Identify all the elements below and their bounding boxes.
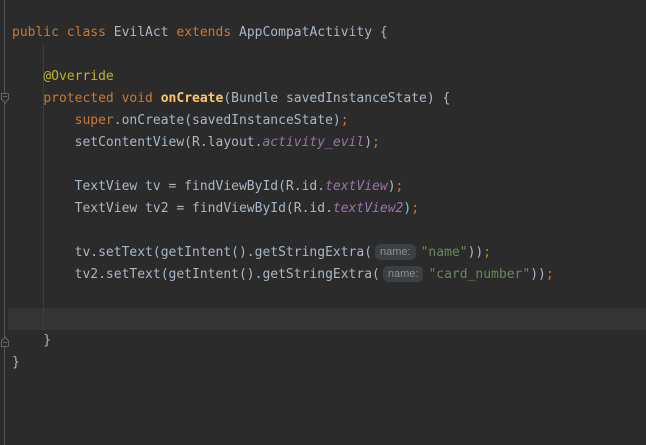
code-token: tv.setText(getIntent().getStringExtra( [12, 245, 372, 260]
code-line[interactable]: TextView tv = findViewById(R.id.textView… [0, 176, 646, 198]
code-token: ; [341, 113, 349, 128]
code-line[interactable]: public class EvilAct extends AppCompatAc… [0, 22, 646, 44]
code-token: "card_number" [428, 267, 530, 282]
code-token: TextView tv = findViewById(R.id. [12, 179, 325, 194]
code-token: ) [364, 135, 372, 150]
code-line[interactable] [0, 308, 646, 330]
code-token: tv2.setText(getIntent().getStringExtra( [12, 267, 380, 282]
code-token: protected void [43, 91, 153, 106]
code-token: super [75, 113, 114, 128]
code-token [153, 91, 161, 106]
code-token: ) [403, 201, 411, 216]
code-token: TextView tv2 = findViewById(R.id. [12, 201, 333, 216]
code-token: } [12, 355, 20, 370]
code-line[interactable]: } [0, 352, 646, 374]
code-token [12, 91, 43, 106]
code-area[interactable]: public class EvilAct extends AppCompatAc… [0, 0, 646, 445]
code-token: ; [372, 135, 380, 150]
code-token: EvilAct [106, 25, 176, 40]
code-line[interactable] [0, 44, 646, 66]
code-token [12, 69, 43, 84]
code-token: onCreate [161, 91, 224, 106]
code-token: "name" [421, 245, 468, 260]
code-line[interactable]: setContentView(R.layout.activity_evil); [0, 132, 646, 154]
code-token: ; [483, 245, 491, 260]
code-line[interactable]: tv.setText(getIntent().getStringExtra(na… [0, 242, 646, 264]
code-token: @Override [43, 69, 113, 84]
code-token: )) [530, 267, 546, 282]
code-line[interactable]: } [0, 330, 646, 352]
code-token: AppCompatActivity { [231, 25, 388, 40]
code-token: ; [396, 179, 404, 194]
code-token: .onCreate(savedInstanceState) [114, 113, 341, 128]
code-line[interactable]: @Override [0, 66, 646, 88]
code-line[interactable]: tv2.setText(getIntent().getStringExtra(n… [0, 264, 646, 286]
code-token: setContentView(R.layout. [12, 135, 262, 150]
code-token: public class [12, 25, 106, 40]
inlay-hint-name[interactable]: name: [383, 266, 424, 282]
code-line[interactable] [0, 154, 646, 176]
code-line[interactable]: protected void onCreate(Bundle savedInst… [0, 88, 646, 110]
inlay-hint-name[interactable]: name: [375, 244, 416, 260]
code-line[interactable] [0, 286, 646, 308]
code-editor: public class EvilAct extends AppCompatAc… [0, 0, 646, 445]
code-token: )) [468, 245, 484, 260]
code-line[interactable]: super.onCreate(savedInstanceState); [0, 110, 646, 132]
code-token: ; [546, 267, 554, 282]
code-token: extends [176, 25, 231, 40]
code-token [12, 113, 75, 128]
code-line[interactable]: TextView tv2 = findViewById(R.id.textVie… [0, 198, 646, 220]
code-token: activity_evil [262, 135, 364, 150]
code-token: (Bundle savedInstanceState) { [223, 91, 450, 106]
code-token: ; [411, 201, 419, 216]
code-line[interactable] [0, 220, 646, 242]
code-token: ) [388, 179, 396, 194]
code-token: textView2 [333, 201, 403, 216]
code-token: textView [325, 179, 388, 194]
code-token: } [12, 333, 51, 348]
